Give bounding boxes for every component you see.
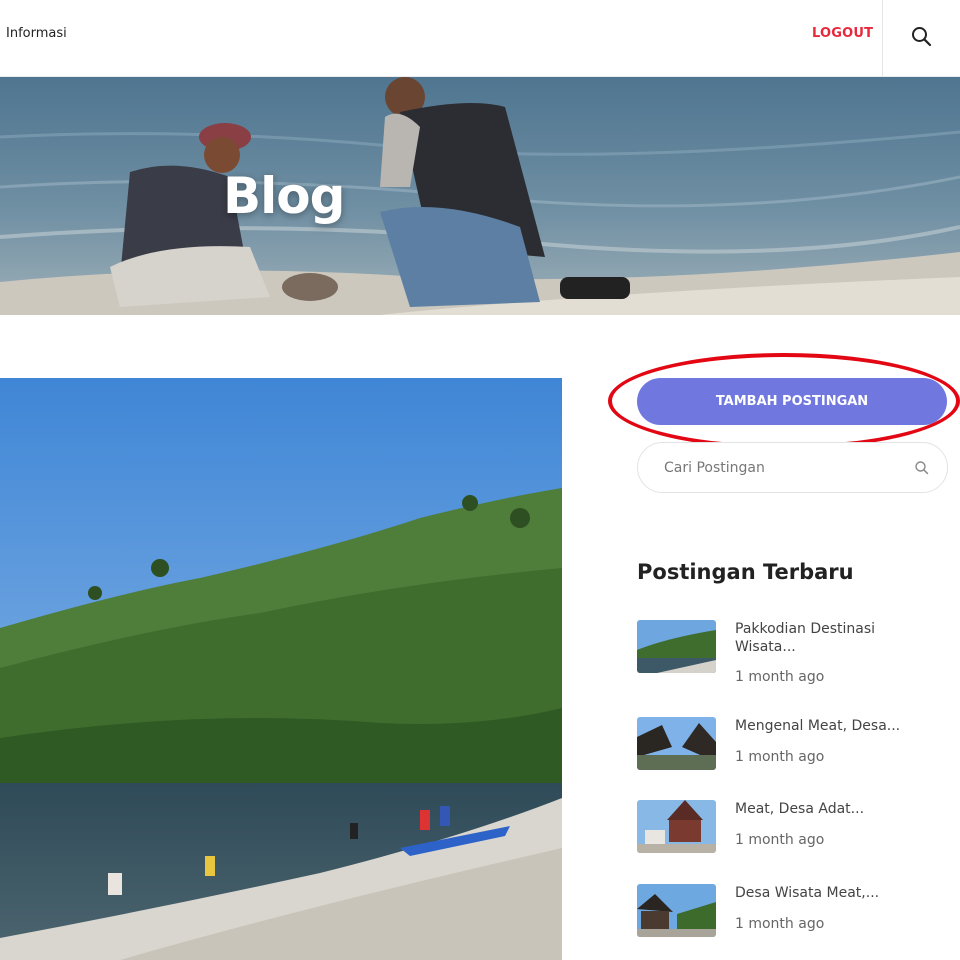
search-icon bbox=[912, 27, 932, 47]
top-navbar: Informasi LOGOUT bbox=[0, 0, 960, 77]
post-search-box bbox=[637, 442, 948, 493]
post-timestamp: 1 month ago bbox=[735, 669, 825, 685]
logout-link[interactable]: LOGOUT bbox=[812, 26, 873, 41]
search-button[interactable] bbox=[904, 20, 940, 56]
hero-banner: Blog bbox=[0, 77, 960, 315]
post-title: Meat, Desa Adat... bbox=[735, 801, 865, 817]
page-title: Blog bbox=[223, 167, 345, 225]
post-title: Pakkodian Destinasi Wisata... bbox=[735, 621, 876, 655]
post-thumbnail bbox=[637, 620, 716, 673]
recent-post-item[interactable]: Desa Wisata Meat,... 1 month ago bbox=[637, 884, 957, 944]
recent-posts-title: Postingan Terbaru bbox=[637, 560, 854, 584]
post-thumbnail bbox=[637, 884, 716, 937]
featured-post-image[interactable] bbox=[0, 378, 562, 960]
navbar-divider bbox=[882, 0, 883, 77]
recent-post-item[interactable]: Mengenal Meat, Desa... 1 month ago bbox=[637, 717, 957, 777]
add-post-button[interactable]: TAMBAH POSTINGAN bbox=[637, 378, 947, 425]
post-thumbnail bbox=[637, 717, 716, 770]
recent-post-item[interactable]: Pakkodian Destinasi Wisata... 1 month ag… bbox=[637, 620, 957, 685]
post-timestamp: 1 month ago bbox=[735, 749, 825, 765]
recent-post-item[interactable]: Meat, Desa Adat... 1 month ago bbox=[637, 800, 957, 860]
post-search-input[interactable] bbox=[664, 456, 904, 480]
lake-landscape-image bbox=[0, 378, 562, 960]
post-thumbnail bbox=[637, 800, 716, 853]
post-timestamp: 1 month ago bbox=[735, 916, 825, 932]
nav-item-informasi[interactable]: Informasi bbox=[6, 26, 67, 41]
post-title: Mengenal Meat, Desa... bbox=[735, 718, 901, 734]
hero-image bbox=[0, 77, 960, 315]
post-timestamp: 1 month ago bbox=[735, 832, 825, 848]
search-icon[interactable] bbox=[914, 460, 930, 476]
post-title: Desa Wisata Meat,... bbox=[735, 885, 880, 901]
